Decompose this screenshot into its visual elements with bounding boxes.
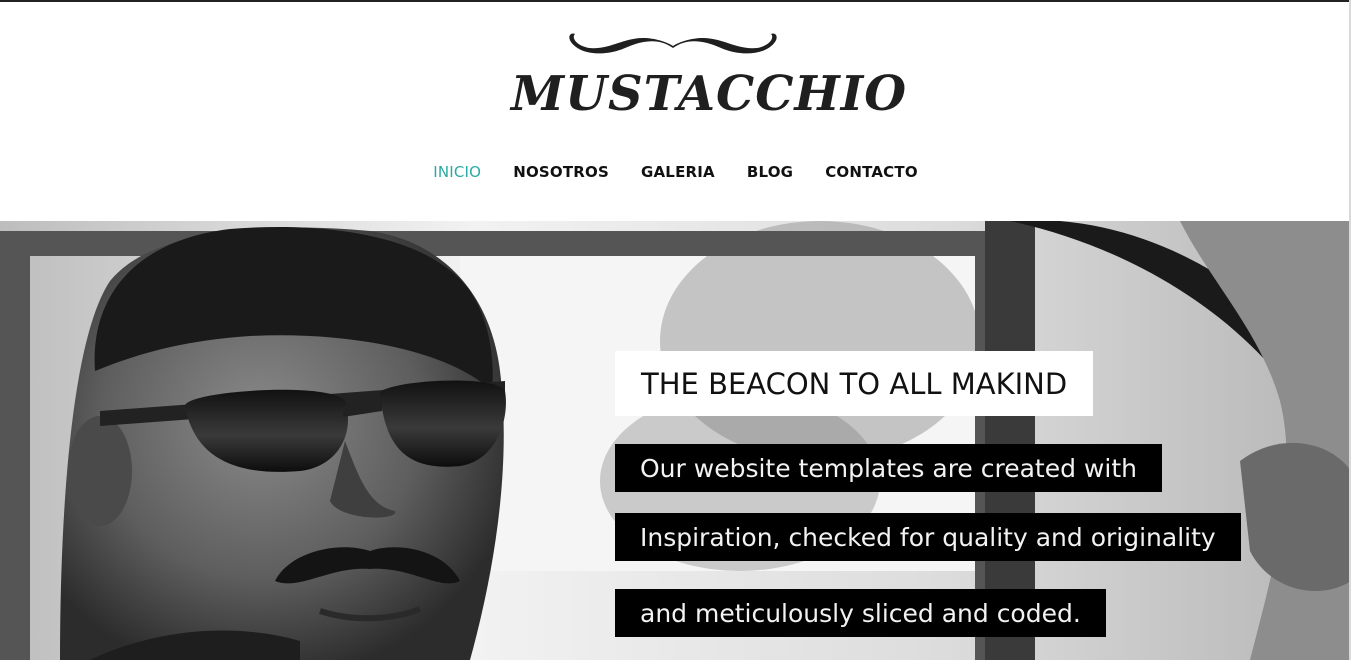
hero-headline: THE BEACON TO ALL MAKIND <box>615 351 1094 416</box>
nav-item-blog[interactable]: BLOG <box>747 163 793 181</box>
top-border <box>0 0 1351 2</box>
hero-caption-line-2: Inspiration, checked for quality and ori… <box>615 513 1241 561</box>
nav-item-galeria[interactable]: GALERIA <box>641 163 715 181</box>
nav-item-nosotros[interactable]: NOSOTROS <box>513 163 609 181</box>
main-navigation: INICIO NOSOTROS GALERIA BLOG CONTACTO <box>0 163 1351 181</box>
hero-banner: THE BEACON TO ALL MAKIND Our website tem… <box>0 221 1351 660</box>
nav-item-inicio[interactable]: INICIO <box>433 163 481 181</box>
logo[interactable]: MUSTACCHIO <box>505 24 908 134</box>
hero-caption-line-3: and meticulously sliced and coded. <box>615 589 1106 637</box>
brand-wordmark: MUSTACCHIO <box>511 66 908 122</box>
mustache-icon <box>569 33 777 54</box>
nav-item-contacto[interactable]: CONTACTO <box>825 163 918 181</box>
hero-caption-line-1: Our website templates are created with <box>615 444 1162 492</box>
